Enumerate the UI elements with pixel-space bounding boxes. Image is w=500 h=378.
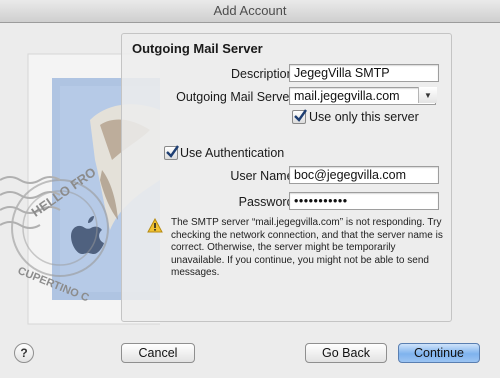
outgoing-server-label: Outgoing Mail Server: xyxy=(176,90,297,104)
continue-button[interactable]: Continue xyxy=(398,343,480,363)
warning-icon xyxy=(147,218,163,233)
checkmark-icon xyxy=(294,109,307,122)
warning-message: The SMTP server “mail.jegegvilla.com” is… xyxy=(171,217,443,278)
question-mark-icon: ? xyxy=(20,346,28,360)
description-label: Description: xyxy=(231,67,297,81)
use-authentication-checkbox[interactable] xyxy=(164,145,179,160)
add-account-window: Add Account HELLO FRO CUPERTINO C Outgoi… xyxy=(0,0,500,378)
description-field[interactable] xyxy=(289,64,439,82)
go-back-button[interactable]: Go Back xyxy=(305,343,387,363)
outgoing-server-combo[interactable] xyxy=(289,87,436,105)
password-field[interactable] xyxy=(289,192,439,210)
window-title: Add Account xyxy=(0,0,500,23)
use-authentication-label: Use Authentication xyxy=(180,146,285,160)
help-button[interactable]: ? xyxy=(14,343,34,363)
username-label: User Name: xyxy=(230,169,297,183)
combo-dropdown-button[interactable]: ▼ xyxy=(418,87,437,103)
outgoing-server-panel: Outgoing Mail Server Description: Outgoi… xyxy=(121,33,452,322)
username-field[interactable] xyxy=(289,166,439,184)
cancel-button[interactable]: Cancel xyxy=(121,343,195,363)
panel-title: Outgoing Mail Server xyxy=(132,41,263,56)
checkmark-icon xyxy=(166,145,179,158)
chevron-down-icon: ▼ xyxy=(424,91,432,100)
use-only-checkbox[interactable] xyxy=(292,109,307,124)
use-only-label: Use only this server xyxy=(309,110,419,124)
